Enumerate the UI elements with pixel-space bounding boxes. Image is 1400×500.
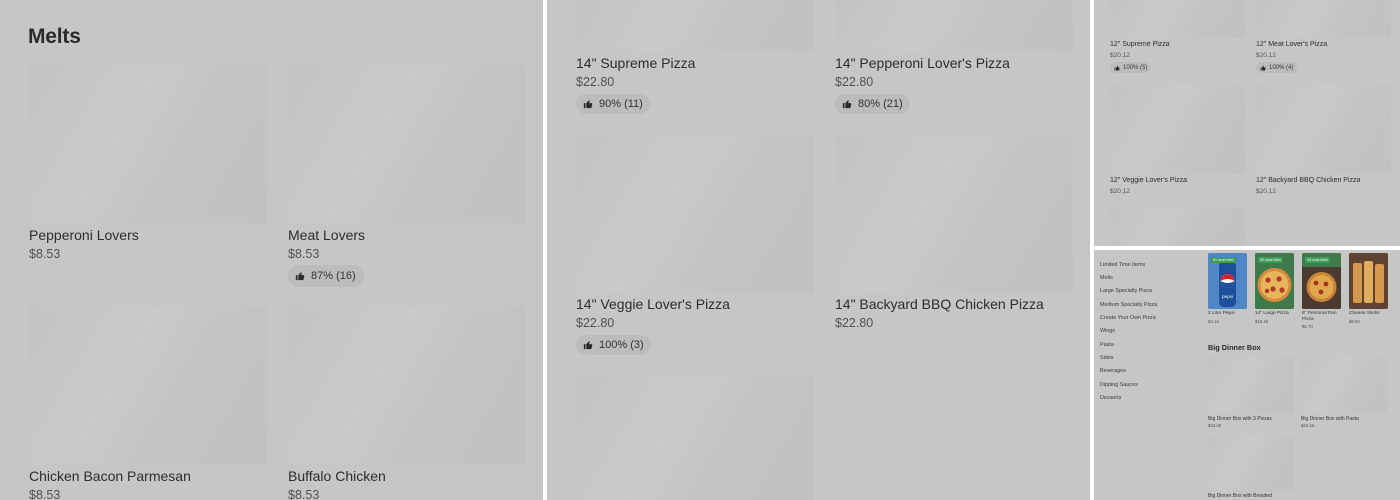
item-name[interactable]: Big Dinner Box with Pasta <box>1301 416 1359 422</box>
section-title: Big Dinner Box <box>1208 343 1261 352</box>
rating-text: 90% (11) <box>599 98 643 110</box>
most-liked-badge: #1 most liked <box>1211 257 1236 263</box>
item-name[interactable]: 12" Backyard BBQ Chicken Pizza <box>1256 177 1360 184</box>
item-name[interactable]: Chicken Bacon Parmesan <box>29 468 191 484</box>
featured-item-name[interactable]: 6" Personal Pan Pizza <box>1302 311 1342 322</box>
featured-item-name[interactable]: Cheese Sticks <box>1349 311 1389 317</box>
most-liked-badge: #3 most liked <box>1305 257 1330 263</box>
item-image[interactable] <box>835 0 1073 51</box>
rating-text: 100% (4) <box>1269 64 1294 71</box>
rating-badge: 80% (21) <box>835 94 910 114</box>
rating-badge: 90% (11) <box>576 94 650 114</box>
svg-text:pepsi: pepsi <box>1222 294 1233 299</box>
item-name[interactable]: 14" Veggie Lover's Pizza <box>576 296 730 312</box>
item-price: $8.53 <box>288 488 320 500</box>
most-liked-badge: #2 most liked <box>1258 257 1283 263</box>
item-price: $8.53 <box>29 488 61 500</box>
item-price: $20.12 <box>1256 52 1276 59</box>
thumbs-up-icon <box>842 99 852 109</box>
thumbs-up-icon <box>1114 65 1120 71</box>
item-image[interactable] <box>1110 207 1245 246</box>
item-price: $22.80 <box>835 316 874 330</box>
featured-item-price: $9.50 <box>1349 319 1360 324</box>
thumbs-up-icon <box>583 340 593 350</box>
item-name[interactable]: Pepperoni Lovers <box>29 227 139 243</box>
cheese-sticks-image <box>1349 253 1388 309</box>
rating-badge: 100% (5) <box>1110 62 1152 73</box>
item-name[interactable]: 12" Meat Lover's Pizza <box>1256 41 1327 48</box>
rating-badge: 100% (4) <box>1256 62 1298 73</box>
nav-item-medium-specialty[interactable]: Medium Specialty Pizza <box>1100 302 1157 308</box>
item-price: $33.46 <box>1208 423 1222 428</box>
item-image[interactable] <box>576 135 814 293</box>
item-price: $22.80 <box>576 316 615 330</box>
featured-item-price: $4.14 <box>1208 319 1219 324</box>
featured-item-image[interactable]: #3 most liked <box>1302 253 1341 309</box>
featured-item-image[interactable] <box>1349 253 1388 309</box>
featured-item-name[interactable]: 14" Large Pizza <box>1255 311 1295 317</box>
item-price: $22.80 <box>835 75 874 89</box>
featured-item-price: $6.70 <box>1302 324 1313 329</box>
nav-item-dipping-sauces[interactable]: Dipping Sauces <box>1100 382 1138 388</box>
item-image[interactable] <box>288 306 526 464</box>
item-image[interactable] <box>1301 357 1387 413</box>
item-name[interactable]: Buffalo Chicken <box>288 468 386 484</box>
nav-item-limited-time[interactable]: Limited Time Items <box>1100 262 1145 268</box>
nav-item-pasta[interactable]: Pasta <box>1100 342 1114 348</box>
featured-item-image[interactable]: #2 most liked <box>1255 253 1294 309</box>
melts-panel: Melts Pepperoni Lovers $8.53 Meat Lovers… <box>0 0 543 500</box>
item-image[interactable] <box>1256 0 1391 38</box>
thumbs-up-icon <box>583 99 593 109</box>
item-price: $8.53 <box>29 247 61 261</box>
nav-item-melts[interactable]: Melts <box>1100 275 1113 281</box>
item-price: $22.80 <box>576 75 615 89</box>
rating-text: 100% (3) <box>599 339 644 351</box>
item-image[interactable] <box>1208 435 1294 491</box>
item-image[interactable] <box>29 65 267 223</box>
item-image[interactable] <box>576 376 814 500</box>
item-image[interactable] <box>288 65 526 223</box>
nav-item-beverages[interactable]: Beverages <box>1100 368 1126 374</box>
item-image[interactable] <box>835 135 1073 293</box>
item-name[interactable]: 12" Supreme Pizza <box>1110 41 1170 48</box>
item-image[interactable] <box>29 306 267 464</box>
section-title: Melts <box>28 25 81 48</box>
item-price: $8.53 <box>288 247 320 261</box>
item-image[interactable] <box>1256 85 1391 174</box>
item-name[interactable]: 12" Veggie Lover's Pizza <box>1110 177 1187 184</box>
large-pizza-panel: 14" Supreme Pizza $22.80 90% (11) 14" Pe… <box>547 0 1090 500</box>
thumbs-up-icon <box>1260 65 1266 71</box>
thumbs-up-icon <box>295 271 305 281</box>
nav-item-large-specialty[interactable]: Large Specialty Pizza <box>1100 288 1152 294</box>
item-price: $20.12 <box>1110 52 1130 59</box>
medium-pizza-panel: 12" Supreme Pizza $20.12 100% (5) 12" Me… <box>1094 0 1400 246</box>
rating-text: 80% (21) <box>858 98 903 110</box>
item-image[interactable] <box>576 0 814 51</box>
item-name[interactable]: Big Dinner Box with Breaded <box>1208 493 1272 499</box>
item-price: $20.12 <box>1256 188 1276 195</box>
nav-item-sides[interactable]: Sides <box>1100 355 1114 361</box>
featured-item-image[interactable]: pepsi #1 most liked <box>1208 253 1247 309</box>
item-name[interactable]: 14" Pepperoni Lover's Pizza <box>835 55 1010 71</box>
featured-item-name[interactable]: 2 Liter Pepsi <box>1208 311 1248 317</box>
rating-text: 100% (5) <box>1123 64 1148 71</box>
rating-badge: 100% (3) <box>576 335 651 355</box>
item-image[interactable] <box>1110 0 1245 38</box>
rating-text: 87% (16) <box>311 270 356 282</box>
rating-badge: 87% (16) <box>288 265 364 287</box>
item-name[interactable]: 14" Supreme Pizza <box>576 55 695 71</box>
item-image[interactable] <box>1208 357 1294 413</box>
item-name[interactable]: 14" Backyard BBQ Chicken Pizza <box>835 296 1044 312</box>
nav-item-desserts[interactable]: Desserts <box>1100 395 1121 401</box>
item-price: $33.46 <box>1301 423 1315 428</box>
featured-item-price: $18.46 <box>1255 319 1269 324</box>
item-name[interactable]: Big Dinner Box with 3 Pizzas <box>1208 416 1272 422</box>
nav-item-wings[interactable]: Wings <box>1100 328 1115 334</box>
item-name[interactable]: Meat Lovers <box>288 227 365 243</box>
menu-overview-panel: Limited Time Items Melts Large Specialty… <box>1094 250 1400 500</box>
item-image[interactable] <box>1110 85 1245 174</box>
item-price: $20.12 <box>1110 188 1130 195</box>
nav-item-create-your-own[interactable]: Create Your Own Pizza <box>1100 315 1156 321</box>
